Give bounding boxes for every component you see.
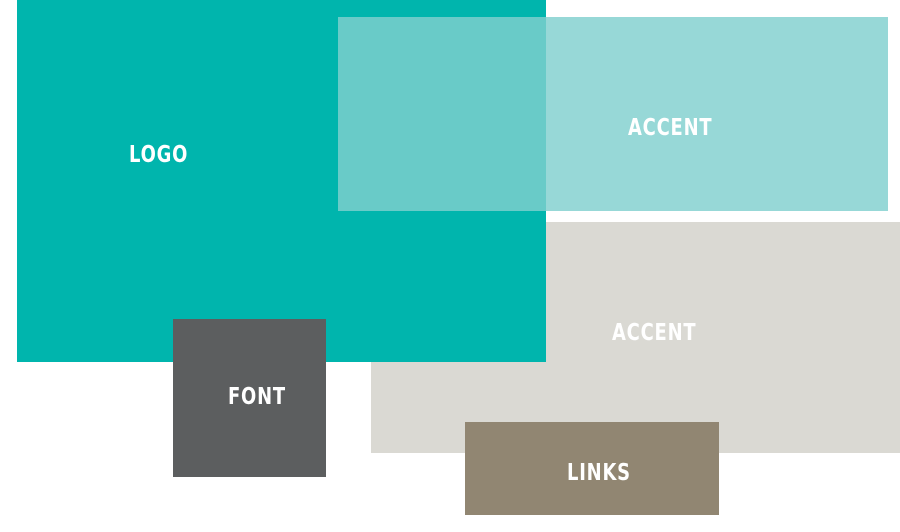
accent-top-label: ACCENT — [628, 115, 713, 141]
font-label: FONT — [228, 384, 286, 410]
logo-label: LOGO — [129, 142, 189, 168]
links-label: LINKS — [567, 460, 631, 486]
accent-bottom-label: ACCENT — [612, 320, 697, 346]
accent-teal-color-block — [338, 17, 888, 211]
